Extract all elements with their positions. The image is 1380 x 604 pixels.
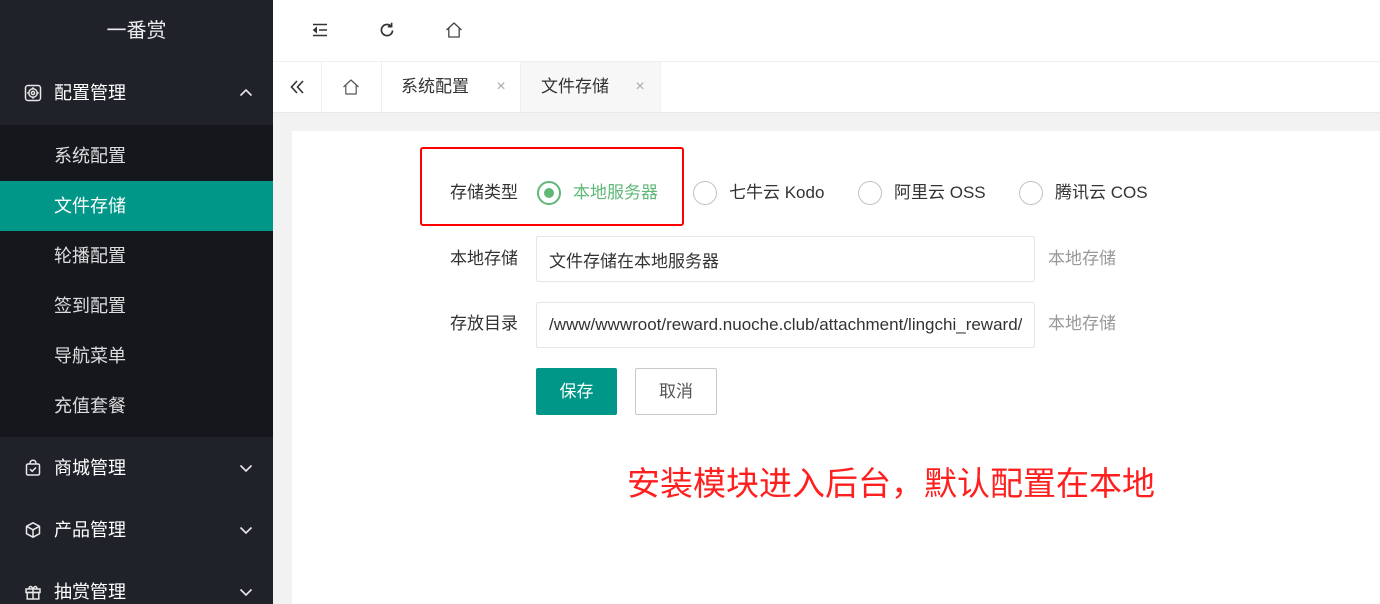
tab-file-storage[interactable]: 文件存储 × (521, 62, 661, 112)
tab-bar: 系统配置 × 文件存储 × (273, 62, 1380, 113)
sidebar-group-label: 产品管理 (54, 520, 126, 540)
home-icon[interactable] (445, 21, 463, 39)
highlight-box (420, 147, 684, 226)
local-storage-label: 本地存储 (450, 249, 518, 268)
tab-close-button[interactable]: × (633, 77, 647, 97)
chevron-down-icon (238, 460, 254, 476)
content-card: 存储类型 本地服务器 七牛云 Kodo 阿里云 OSS 腾讯云 COS 本地存储… (292, 131, 1380, 604)
shopping-bag-check-icon (24, 459, 42, 477)
radio-label: 阿里云 OSS (894, 183, 986, 202)
sidebar-item-carousel-config[interactable]: 轮播配置 (0, 231, 273, 281)
double-chevron-left-icon (288, 78, 306, 96)
sidebar-item-checkin-config[interactable]: 签到配置 (0, 281, 273, 331)
radio-circle (858, 181, 882, 205)
tab-system-config[interactable]: 系统配置 × (382, 62, 521, 112)
radio-aliyun-oss[interactable]: 阿里云 OSS (858, 179, 986, 207)
sidebar-group-label: 商城管理 (54, 458, 126, 478)
sidebar-group-label: 抽赏管理 (54, 582, 126, 602)
refresh-icon[interactable] (378, 21, 396, 39)
tab-close-button[interactable]: × (494, 77, 508, 97)
directory-hint: 本地存储 (1048, 314, 1116, 333)
chevron-up-icon (238, 85, 254, 101)
app-logo[interactable]: 一番赏 (0, 0, 273, 62)
top-header (273, 0, 1380, 62)
sidebar-group-shop[interactable]: 商城管理 (0, 437, 273, 499)
cancel-button[interactable]: 取消 (635, 368, 717, 415)
local-storage-input[interactable] (536, 236, 1035, 282)
gift-icon (24, 583, 42, 601)
tab-label: 文件存储 (541, 77, 609, 96)
sidebar-item-system-config[interactable]: 系统配置 (0, 131, 273, 181)
directory-input[interactable] (536, 302, 1035, 348)
cube-icon (24, 521, 42, 539)
radio-circle (693, 181, 717, 205)
radio-circle (1019, 181, 1043, 205)
menu-fold-icon[interactable] (311, 21, 329, 39)
sidebar-submenu-config: 系统配置 文件存储 轮播配置 签到配置 导航菜单 充值套餐 (0, 125, 273, 437)
sidebar-item-recharge-package[interactable]: 充值套餐 (0, 381, 273, 431)
home-icon (342, 78, 360, 96)
tab-label: 系统配置 (401, 77, 469, 96)
save-button[interactable]: 保存 (536, 368, 617, 415)
sidebar-group-config[interactable]: 配置管理 (0, 62, 273, 125)
chevron-down-icon (238, 522, 254, 538)
chevron-down-icon (238, 584, 254, 600)
tab-home[interactable] (322, 62, 382, 112)
radio-qiniu-kodo[interactable]: 七牛云 Kodo (693, 179, 824, 207)
sidebar: 一番赏 配置管理 系统配置 文件存储 轮播配置 签到配置 导航菜单 充值套餐 商… (0, 0, 273, 604)
sidebar-group-label: 配置管理 (54, 83, 126, 103)
local-storage-hint: 本地存储 (1048, 249, 1116, 268)
sidebar-item-file-storage[interactable]: 文件存储 (0, 181, 273, 231)
radio-label: 腾讯云 COS (1055, 183, 1148, 202)
tab-collapse-button[interactable] (273, 62, 322, 112)
radio-label: 七牛云 Kodo (729, 183, 825, 202)
sidebar-group-lottery[interactable]: 抽赏管理 (0, 561, 273, 604)
directory-label: 存放目录 (450, 314, 518, 333)
sidebar-group-product[interactable]: 产品管理 (0, 499, 273, 561)
settings-icon (24, 84, 42, 102)
annotation-text: 安装模块进入后台，默认配置在本地 (627, 465, 1155, 502)
sidebar-item-nav-menu[interactable]: 导航菜单 (0, 331, 273, 381)
radio-tencent-cos[interactable]: 腾讯云 COS (1019, 179, 1148, 207)
